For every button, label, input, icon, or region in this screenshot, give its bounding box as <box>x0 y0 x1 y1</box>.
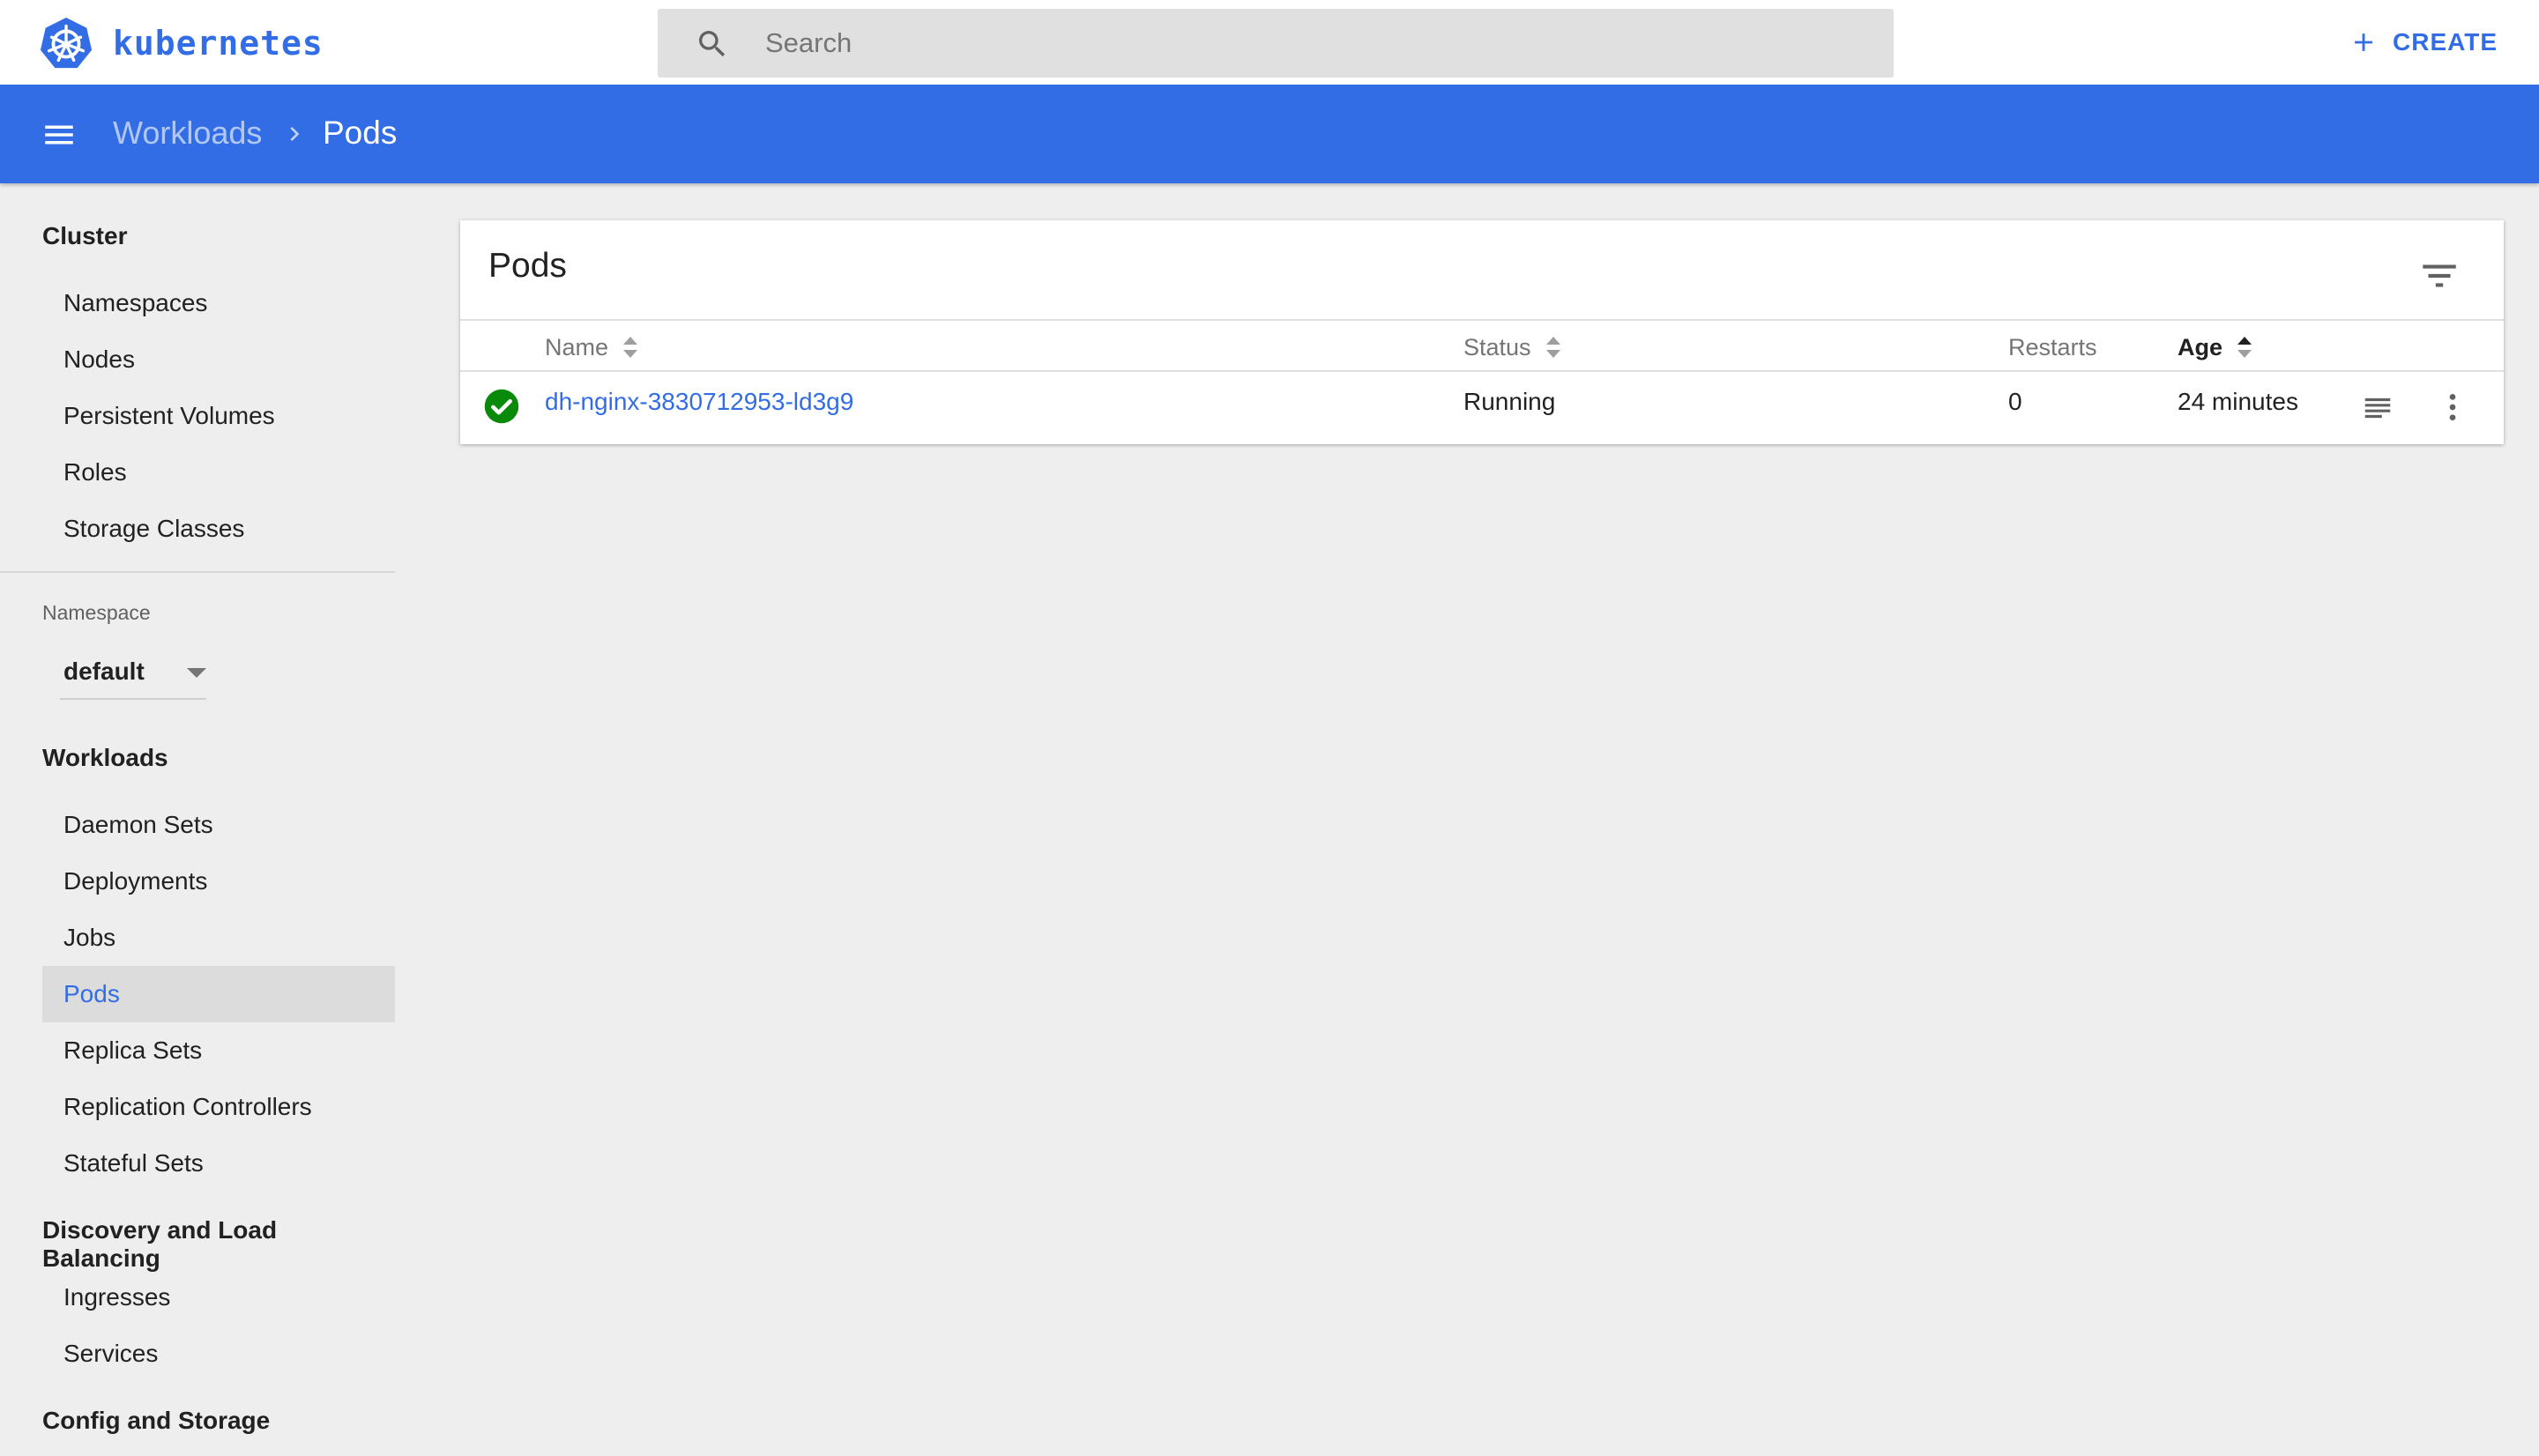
search-icon <box>699 31 726 57</box>
kubernetes-helm-icon <box>40 17 93 69</box>
sidebar-item-persistent-volumes[interactable]: Persistent Volumes <box>42 388 395 444</box>
dropdown-caret-icon <box>187 668 206 678</box>
column-header-name[interactable]: Name <box>545 330 640 365</box>
chevron-right-icon <box>290 127 300 141</box>
sidebar-item-stateful-sets[interactable]: Stateful Sets <box>42 1135 395 1192</box>
breadcrumb-workloads-link[interactable]: Workloads <box>113 115 262 152</box>
breadcrumb-current: Pods <box>323 115 398 151</box>
column-header-restarts: Restarts <box>2008 330 2097 365</box>
sidebar-item-namespaces[interactable]: Namespaces <box>42 275 395 331</box>
column-name-label: Name <box>545 333 609 360</box>
sidebar-item-jobs[interactable]: Jobs <box>42 910 395 966</box>
pods-card: Pods Name Status Restarts Age dh-nginx-3… <box>460 220 2504 444</box>
column-restarts-label: Restarts <box>2008 333 2097 360</box>
pod-status: Running <box>1463 388 1556 415</box>
pod-restarts: 0 <box>2008 388 2022 415</box>
plus-icon <box>2355 33 2372 51</box>
namespace-select[interactable]: default <box>60 645 206 700</box>
logo-text: kubernetes <box>113 24 324 63</box>
top-bar: kubernetes CREATE <box>0 0 2539 85</box>
sort-icon <box>623 337 638 358</box>
sidebar-section-workloads[interactable]: Workloads <box>42 744 168 772</box>
pod-name-link[interactable]: dh-nginx-3830712953-ld3g9 <box>545 388 853 416</box>
kubernetes-logo[interactable]: kubernetes <box>39 16 324 71</box>
sidebar-section-cluster[interactable]: Cluster <box>42 222 127 250</box>
column-header-status[interactable]: Status <box>1463 330 1563 365</box>
check-circle-icon <box>484 389 519 424</box>
sidebar-item-ingresses[interactable]: Ingresses <box>42 1269 395 1326</box>
sort-icon <box>1545 337 1560 358</box>
pods-card-title: Pods <box>488 247 567 285</box>
table-header-divider <box>460 370 2504 372</box>
namespace-selected-value: default <box>63 657 145 685</box>
sidebar: Cluster Namespaces Nodes Persistent Volu… <box>0 183 395 1456</box>
sidebar-item-replication-controllers[interactable]: Replication Controllers <box>42 1079 395 1135</box>
sidebar-item-replica-sets[interactable]: Replica Sets <box>42 1022 395 1079</box>
sort-ascending-icon <box>2237 337 2252 358</box>
create-label: CREATE <box>2393 28 2498 56</box>
search-input[interactable] <box>765 9 1867 78</box>
sidebar-item-services[interactable]: Services <box>42 1326 395 1382</box>
namespace-label: Namespace <box>42 601 151 624</box>
create-button[interactable]: CREATE <box>2338 18 2508 67</box>
pod-age: 24 minutes <box>2178 388 2298 415</box>
breadcrumb-bar: Workloads Pods <box>0 85 2539 183</box>
sidebar-item-nodes[interactable]: Nodes <box>42 331 395 388</box>
more-vert-icon[interactable] <box>2435 390 2470 425</box>
column-age-label: Age <box>2178 333 2223 360</box>
search-bar <box>658 9 1894 78</box>
sidebar-item-daemon-sets[interactable]: Daemon Sets <box>42 797 395 853</box>
sidebar-item-deployments[interactable]: Deployments <box>42 853 395 910</box>
sidebar-section-config-storage[interactable]: Config and Storage <box>42 1407 270 1435</box>
hamburger-menu-icon[interactable] <box>41 116 78 153</box>
column-header-age[interactable]: Age <box>2178 330 2254 365</box>
sidebar-divider <box>0 571 395 573</box>
logs-icon[interactable] <box>2361 391 2394 425</box>
sidebar-item-roles[interactable]: Roles <box>42 444 395 501</box>
sidebar-item-storage-classes[interactable]: Storage Classes <box>42 501 395 557</box>
card-header-divider <box>460 319 2504 321</box>
sidebar-item-pods[interactable]: Pods <box>42 966 395 1022</box>
filter-icon[interactable] <box>2417 254 2461 298</box>
column-status-label: Status <box>1463 333 1531 360</box>
sidebar-section-discovery[interactable]: Discovery and Load Balancing <box>42 1216 395 1273</box>
